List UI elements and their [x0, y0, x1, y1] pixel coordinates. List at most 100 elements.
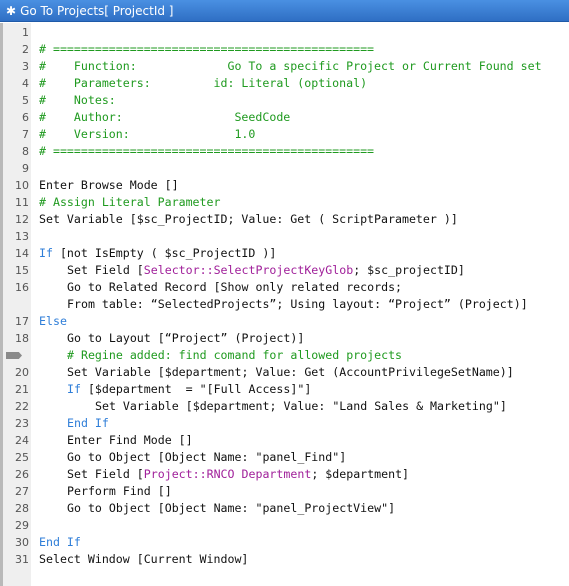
breakpoint-marker-icon[interactable]: [6, 352, 22, 359]
script-step[interactable]: From table: “SelectedProjects”; Using la…: [0, 296, 569, 313]
line-number: 1: [22, 26, 29, 39]
asterisk-icon: ✱: [6, 3, 17, 18]
control-keyword: If: [67, 382, 81, 396]
step-code: Set Field [Project::RNCO Department; $de…: [67, 466, 409, 483]
line-number: 29: [15, 519, 29, 532]
line-number: 15: [15, 264, 29, 277]
step-code: Enter Browse Mode []: [39, 177, 179, 194]
script-step[interactable]: 28 Go to Object [Object Name: "panel_Proj…: [0, 500, 569, 517]
script-step[interactable]: 18 Go to Layout [“Project” (Project)]: [0, 330, 569, 347]
step-text: [$department = "[Full Access]"]: [80, 382, 312, 396]
step-code: Go to Related Record [Show only related …: [67, 279, 402, 296]
script-step[interactable]: 6 # Author: SeedCode: [0, 109, 569, 126]
script-step[interactable]: 7 # Version: 1.0: [0, 126, 569, 143]
step-code: If [not IsEmpty ( $sc_ProjectID )]: [39, 245, 276, 262]
script-step[interactable]: 2 # =====================================…: [0, 41, 569, 58]
script-step[interactable]: 22 Set Variable [$department; Value: "Lan…: [0, 398, 569, 415]
line-number: 27: [15, 485, 29, 498]
script-step[interactable]: 20 Set Variable [$department; Value: Get …: [0, 364, 569, 381]
field-reference: Project::RNCO Department: [143, 467, 312, 481]
script-lines: 1 2 # ====================================…: [0, 24, 569, 568]
comment-text: # Parameters: id: Literal (optional): [39, 76, 368, 90]
step-code: Set Field [Selector::SelectProjectKeyGlo…: [67, 262, 465, 279]
step-text: Set Variable [$department; Value: Get (A…: [67, 365, 514, 379]
script-step[interactable]: 14 If [not IsEmpty ( $sc_ProjectID )]: [0, 245, 569, 262]
script-step[interactable]: 31 Select Window [Current Window]: [0, 551, 569, 568]
step-code: Go to Layout [“Project” (Project)]: [67, 330, 304, 347]
line-number: 28: [15, 502, 29, 515]
step-text: From table: “SelectedProjects”; Using la…: [67, 297, 528, 311]
script-step[interactable]: 1: [0, 24, 569, 41]
script-step[interactable]: 24 Enter Find Mode []: [0, 432, 569, 449]
line-number: 21: [15, 383, 29, 396]
script-step[interactable]: 8 # =====================================…: [0, 143, 569, 160]
line-number: 26: [15, 468, 29, 481]
script-step[interactable]: 9: [0, 160, 569, 177]
step-text: Go to Object [Object Name: "panel_Projec…: [67, 501, 396, 515]
step-code: Go to Object [Object Name: "panel_Find"]: [67, 449, 346, 466]
window-title: Go To Projects[ ProjectId ]: [20, 3, 174, 18]
script-step[interactable]: 15 Set Field [Selector::SelectProjectKeyG…: [0, 262, 569, 279]
script-step[interactable]: 21 If [$department = "[Full Access]"]: [0, 381, 569, 398]
line-number: 30: [15, 536, 29, 549]
script-step[interactable]: # Regine added: find comand for allowed …: [0, 347, 569, 364]
line-number: 18: [15, 332, 29, 345]
step-code: # Regine added: find comand for allowed …: [67, 347, 402, 364]
line-number: 7: [22, 128, 29, 141]
line-number: 9: [22, 162, 29, 175]
comment-text: # ======================================…: [39, 42, 375, 56]
comment-text: # Version: 1.0: [39, 127, 256, 141]
script-step[interactable]: 30 End If: [0, 534, 569, 551]
step-code: # Function: Go To a specific Project or …: [39, 58, 542, 75]
step-code: Select Window [Current Window]: [39, 551, 248, 568]
line-number: 3: [22, 60, 29, 73]
script-step[interactable]: 26 Set Field [Project::RNCO Department; $…: [0, 466, 569, 483]
script-step[interactable]: 4 # Parameters: id: Literal (optional): [0, 75, 569, 92]
step-text: [not IsEmpty ( $sc_ProjectID )]: [52, 246, 277, 260]
script-step[interactable]: 25 Go to Object [Object Name: "panel_Find…: [0, 449, 569, 466]
script-step[interactable]: 11 # Assign Literal Parameter: [0, 194, 569, 211]
script-step[interactable]: 12 Set Variable [$sc_ProjectID; Value: Ge…: [0, 211, 569, 228]
step-code: Set Variable [$department; Value: Get (A…: [67, 364, 514, 381]
step-code: # Notes:: [39, 92, 116, 109]
script-step[interactable]: 23 End If: [0, 415, 569, 432]
line-number: 22: [15, 400, 29, 413]
step-text: Go to Layout [“Project” (Project)]: [67, 331, 305, 345]
script-editor[interactable]: 1 2 # ====================================…: [0, 23, 569, 586]
line-number: 10: [15, 179, 29, 192]
script-step[interactable]: 5 # Notes:: [0, 92, 569, 109]
step-text: Set Field [: [67, 263, 144, 277]
script-step[interactable]: 17 Else: [0, 313, 569, 330]
step-code: From table: “SelectedProjects”; Using la…: [67, 296, 528, 313]
script-step[interactable]: 29: [0, 517, 569, 534]
step-text: Set Field [: [67, 467, 144, 481]
step-code: # Assign Literal Parameter: [39, 194, 220, 211]
line-number: 23: [15, 417, 29, 430]
script-step[interactable]: 10 Enter Browse Mode []: [0, 177, 569, 194]
script-step[interactable]: 16 Go to Related Record [Show only relate…: [0, 279, 569, 296]
script-step[interactable]: 27 Perform Find []: [0, 483, 569, 500]
window-title-bar: ✱ Go To Projects[ ProjectId ]: [0, 0, 569, 22]
line-number: 11: [15, 196, 29, 209]
line-number: 12: [15, 213, 29, 226]
control-keyword: End If: [39, 535, 81, 549]
script-step[interactable]: 3 # Function: Go To a specific Project or…: [0, 58, 569, 75]
field-reference: Selector::SelectProjectKeyGlob: [143, 263, 354, 277]
step-text: ; $sc_projectID]: [353, 263, 465, 277]
step-code: End If: [67, 415, 109, 432]
script-step[interactable]: 13: [0, 228, 569, 245]
comment-text: # Assign Literal Parameter: [39, 195, 221, 209]
step-code: Go to Object [Object Name: "panel_Projec…: [67, 500, 395, 517]
line-number: 13: [15, 230, 29, 243]
step-code: # ======================================…: [39, 143, 374, 160]
step-code: Set Variable [$department; Value: "Land …: [95, 398, 507, 415]
comment-text: # ======================================…: [39, 144, 375, 158]
step-text: Set Variable [$sc_ProjectID; Value: Get …: [39, 212, 458, 226]
step-code: Enter Find Mode []: [67, 432, 193, 449]
step-text: ; $department]: [311, 467, 410, 481]
step-code: If [$department = "[Full Access]"]: [67, 381, 311, 398]
control-keyword: If: [39, 246, 53, 260]
step-code: Set Variable [$sc_ProjectID; Value: Get …: [39, 211, 458, 228]
comment-text: # Notes:: [39, 93, 116, 107]
comment-text: # Function: Go To a specific Project or …: [39, 59, 542, 73]
